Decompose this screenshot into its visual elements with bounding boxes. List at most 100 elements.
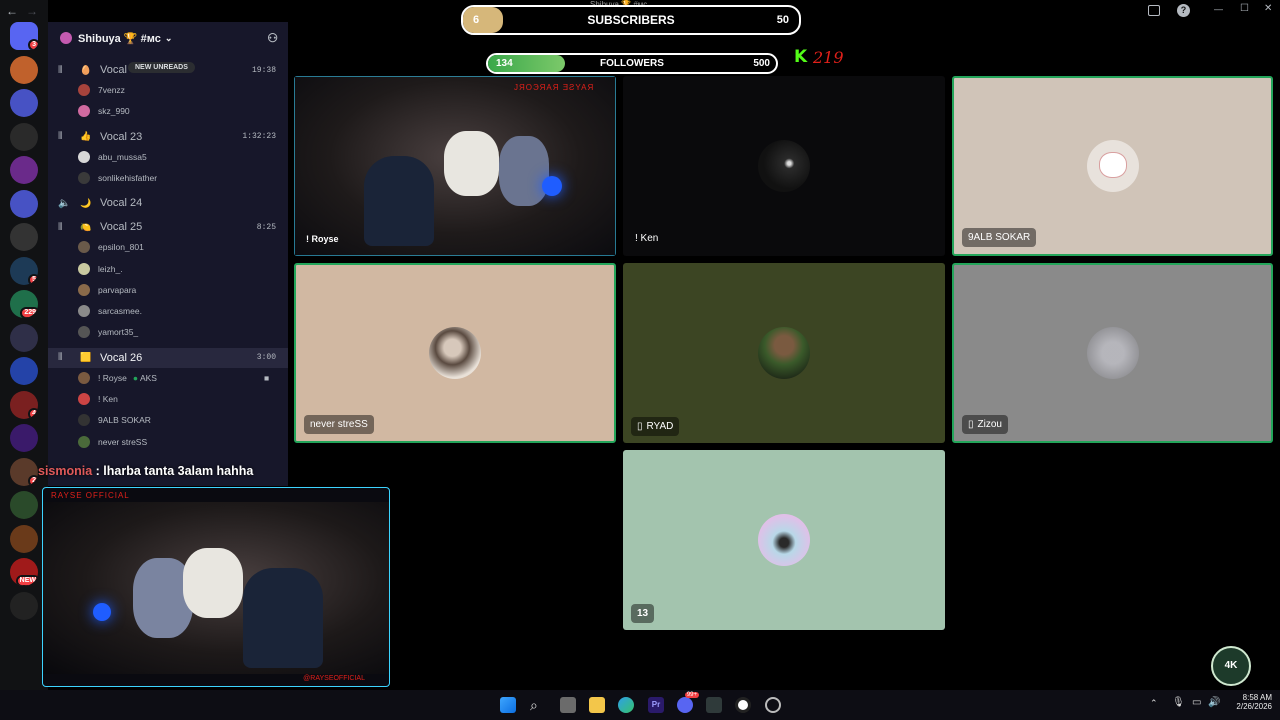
speaker-icon: 🔈 bbox=[58, 197, 71, 209]
server-icon[interactable] bbox=[10, 223, 38, 251]
windows-start-icon[interactable] bbox=[500, 697, 516, 713]
forward-arrow-icon[interactable]: → bbox=[26, 4, 38, 18]
avatar bbox=[78, 283, 90, 296]
subscribers-goal: 50 bbox=[776, 14, 789, 26]
server-icon[interactable] bbox=[10, 491, 38, 519]
participant-tile-9albsokar[interactable]: 9ALB SOKAR bbox=[952, 76, 1273, 256]
server-icon[interactable]: 3 bbox=[10, 22, 38, 50]
maximize-button[interactable]: ☐ bbox=[1240, 3, 1249, 14]
avatar bbox=[78, 393, 90, 405]
participant-tile-neverstress[interactable]: never streSS bbox=[294, 263, 616, 443]
clock[interactable]: 8:58 AM 2/26/2026 bbox=[1228, 693, 1272, 711]
server-icon[interactable]: NEW bbox=[10, 558, 38, 586]
channel-emoji: 🥚 bbox=[80, 64, 92, 75]
discord-icon[interactable]: 99+ bbox=[677, 692, 699, 713]
discord-badge: 99+ bbox=[684, 692, 699, 698]
server-badge: 2 bbox=[28, 474, 38, 486]
windows-taskbar: ⌕ Pr 99+ ⌃ 🎙 ▭ 🔊 8:58 AM 2/26/2026 bbox=[0, 690, 1280, 720]
server-icon[interactable] bbox=[10, 55, 38, 84]
participant-name: Zizou bbox=[977, 419, 1002, 430]
voice-user[interactable]: abu_mussa5 bbox=[78, 148, 147, 166]
avatar bbox=[78, 171, 90, 184]
voice-channel[interactable]: ⦀ 🍋 Vocal 25 8:25 bbox=[48, 217, 288, 237]
voice-activity-icon: ⦀ bbox=[58, 352, 63, 364]
voice-user[interactable]: leizh_. bbox=[78, 260, 123, 278]
voice-channel[interactable]: ⦀ 👍 Vocal 23 1:32:23 bbox=[48, 127, 288, 147]
clock-time: 8:58 AM bbox=[1242, 693, 1272, 702]
server-icon[interactable]: 4 bbox=[10, 390, 38, 419]
voice-user[interactable]: 7venzz bbox=[78, 81, 125, 99]
search-icon[interactable]: ⌕ bbox=[530, 697, 546, 713]
server-icon[interactable] bbox=[10, 357, 38, 385]
server-icon[interactable]: 5 bbox=[10, 256, 38, 285]
voice-user[interactable]: sonlikehisfather bbox=[78, 169, 157, 187]
voice-user[interactable]: sarcasmee. bbox=[78, 302, 142, 320]
participant-tile-ryad[interactable]: ▯ RYAD bbox=[623, 263, 945, 443]
avatar bbox=[758, 327, 810, 379]
inbox-icon[interactable] bbox=[1148, 5, 1160, 16]
server-icon[interactable] bbox=[10, 122, 38, 151]
help-icon[interactable]: ? bbox=[1177, 4, 1190, 17]
voice-channel[interactable]: ⦀ 🟨 Vocal 26 3:00 bbox=[48, 347, 288, 368]
voice-user[interactable]: never streSS bbox=[78, 433, 147, 451]
user-name: never streSS bbox=[98, 436, 148, 447]
server-icon[interactable]: 2 bbox=[10, 457, 38, 486]
server-icon[interactable] bbox=[10, 189, 38, 218]
voice-user[interactable]: epsilon_801 bbox=[78, 238, 144, 256]
volume-icon[interactable]: 🔊 bbox=[1208, 697, 1220, 708]
obs-icon[interactable] bbox=[735, 697, 751, 713]
minimize-button[interactable]: — bbox=[1214, 4, 1223, 14]
new-unreads-pill[interactable]: NEW UNREADS bbox=[128, 62, 195, 73]
avatar bbox=[78, 305, 90, 318]
edge-icon[interactable] bbox=[618, 697, 634, 713]
server-icon[interactable] bbox=[10, 323, 38, 352]
voice-user[interactable]: ! Royse ● AKS ■ bbox=[78, 369, 269, 387]
clock-date: 2/26/2026 bbox=[1236, 702, 1272, 711]
user-name: yamort35_ bbox=[98, 327, 139, 338]
participant-tile-ken[interactable]: ! Ken bbox=[623, 76, 945, 256]
voice-user[interactable]: 9ALB SOKAR bbox=[78, 411, 151, 429]
voice-user[interactable]: ! Ken bbox=[78, 390, 118, 408]
corner-logo: 4K bbox=[1211, 646, 1251, 686]
kick-viewer-count: 219 bbox=[813, 48, 844, 67]
add-member-icon[interactable]: ⚇ bbox=[267, 31, 278, 45]
server-icon[interactable] bbox=[10, 89, 38, 117]
back-arrow-icon[interactable]: ← bbox=[6, 4, 18, 18]
server-icon[interactable] bbox=[10, 424, 38, 452]
participant-tile-13[interactable]: 13 bbox=[623, 450, 945, 630]
file-explorer-icon[interactable] bbox=[589, 697, 605, 713]
stream-tile-royse[interactable]: ЈЯOЭЯAЯ ƎƧYAЯ ! Royse bbox=[294, 76, 616, 256]
app-icon-2[interactable] bbox=[765, 697, 781, 713]
chevron-down-icon[interactable]: ⌄ bbox=[165, 33, 173, 44]
voice-activity-icon: ⦀ bbox=[58, 221, 63, 233]
avatar bbox=[78, 150, 90, 163]
microphone-icon[interactable]: 🎙 bbox=[1172, 697, 1185, 708]
server-icon[interactable] bbox=[10, 524, 38, 553]
tray-chevron-icon[interactable]: ⌃ bbox=[1150, 698, 1158, 709]
voice-user[interactable]: parvapara bbox=[78, 281, 136, 299]
participant-tile-zizou[interactable]: ▯ Zizou bbox=[952, 263, 1273, 443]
followers-goal: 500 bbox=[753, 58, 770, 69]
participant-label: ▯ RYAD bbox=[631, 417, 680, 436]
avatar bbox=[1086, 140, 1139, 192]
followers-bar: 134 FOLLOWERS 500 bbox=[486, 53, 778, 74]
server-icon[interactable]: 229 bbox=[10, 290, 38, 318]
avatar bbox=[78, 241, 90, 254]
participant-name: ! Ken bbox=[635, 233, 659, 244]
voice-channel[interactable]: 🔈 🌙 Vocal 24 bbox=[48, 193, 288, 213]
participant-label: 9ALB SOKAR bbox=[962, 228, 1037, 247]
server-icon[interactable] bbox=[10, 156, 38, 184]
close-button[interactable]: ✕ bbox=[1264, 3, 1272, 14]
avatar bbox=[78, 435, 90, 448]
avatar bbox=[78, 105, 90, 118]
server-icon[interactable] bbox=[10, 591, 38, 620]
premiere-icon[interactable]: Pr bbox=[648, 697, 664, 713]
voice-user[interactable]: skz_990 bbox=[78, 102, 130, 120]
user-name: epsilon_801 bbox=[98, 242, 144, 253]
voice-user[interactable]: yamort35_ bbox=[78, 323, 138, 341]
app-icon[interactable] bbox=[706, 697, 722, 713]
guild-header[interactable]: Shibuya 🏆 #мс ⌄ ⚇ bbox=[48, 22, 288, 54]
overlay-title: RAYSE OFFICIAL bbox=[51, 491, 130, 500]
network-icon[interactable]: ▭ bbox=[1192, 697, 1201, 708]
task-view-icon[interactable] bbox=[560, 697, 576, 713]
